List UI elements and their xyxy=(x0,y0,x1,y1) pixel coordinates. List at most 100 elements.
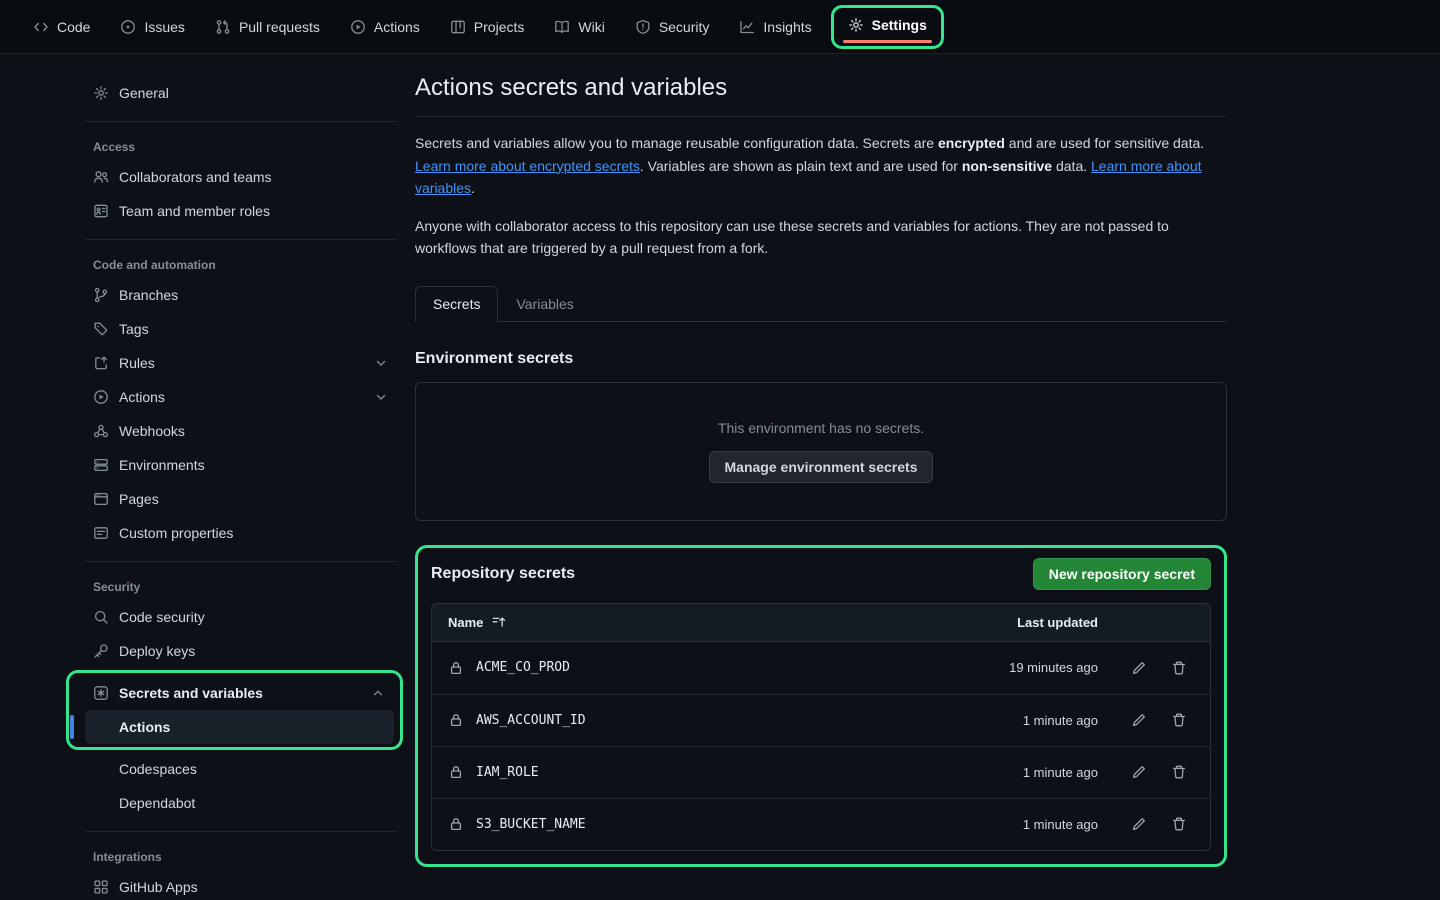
sidebar-item-label: Pages xyxy=(119,491,159,507)
sidebar-item-collaborators[interactable]: Collaborators and teams xyxy=(85,160,397,194)
column-name-label: Name xyxy=(448,615,483,630)
repository-secrets-header: Repository secrets New repository secret xyxy=(431,558,1211,590)
tab-settings[interactable]: Settings xyxy=(840,11,935,39)
tab-security[interactable]: Security xyxy=(625,11,720,43)
sidebar-item-secrets-and-variables[interactable]: Secrets and variables xyxy=(85,676,394,710)
shield-icon xyxy=(635,19,651,35)
lock-icon xyxy=(448,764,464,780)
sidebar-item-secrets-dependabot[interactable]: Dependabot xyxy=(85,786,397,820)
sidebar-item-webhooks[interactable]: Webhooks xyxy=(85,414,397,448)
rules-icon xyxy=(93,355,109,371)
intro-paragraph-2: Anyone with collaborator access to this … xyxy=(415,215,1227,260)
delete-secret-button[interactable] xyxy=(1164,653,1194,683)
sidebar-item-tags[interactable]: Tags xyxy=(85,312,397,346)
secret-row: AWS_ACCOUNT_ID 1 minute ago xyxy=(432,694,1210,746)
environment-secrets-box: This environment has no secrets. Manage … xyxy=(415,382,1227,521)
tab-issues[interactable]: Issues xyxy=(110,11,194,43)
sidebar-item-label: Secrets and variables xyxy=(119,685,263,701)
new-repository-secret-button[interactable]: New repository secret xyxy=(1033,558,1211,590)
tab-projects[interactable]: Projects xyxy=(440,11,535,43)
sidebar-item-label: Actions xyxy=(119,389,165,405)
trash-icon xyxy=(1171,816,1187,832)
tab-secrets[interactable]: Secrets xyxy=(415,286,498,322)
divider xyxy=(85,831,397,832)
secret-last-updated: 19 minutes ago xyxy=(898,660,1098,675)
gear-icon xyxy=(848,17,864,33)
manage-environment-secrets-button[interactable]: Manage environment secrets xyxy=(709,451,934,483)
secret-name: IAM_ROLE xyxy=(476,765,539,780)
tab-label: Projects xyxy=(474,19,525,35)
git-pull-request-icon xyxy=(215,19,231,35)
people-icon xyxy=(93,169,109,185)
secret-last-updated: 1 minute ago xyxy=(898,817,1098,832)
edit-secret-button[interactable] xyxy=(1124,757,1154,787)
sidebar-item-pages[interactable]: Pages xyxy=(85,482,397,516)
sidebar-item-actions[interactable]: Actions xyxy=(85,380,397,414)
pencil-icon xyxy=(1131,816,1147,832)
sidebar-item-deploy-keys[interactable]: Deploy keys xyxy=(85,634,397,668)
chevron-down-icon xyxy=(373,355,389,371)
sidebar-item-rules[interactable]: Rules xyxy=(85,346,397,380)
divider xyxy=(85,239,397,240)
annotation-repository-secrets: Repository secrets New repository secret… xyxy=(415,545,1227,867)
code-icon xyxy=(33,19,49,35)
sidebar-item-label: Actions xyxy=(119,719,170,735)
chevron-up-icon xyxy=(370,685,386,701)
secret-name: ACME_CO_PROD xyxy=(476,660,570,675)
sidebar-item-code-security[interactable]: Code security xyxy=(85,600,397,634)
delete-secret-button[interactable] xyxy=(1164,809,1194,839)
sidebar-item-custom-properties[interactable]: Custom properties xyxy=(85,516,397,550)
tab-label: Insights xyxy=(763,19,811,35)
tab-actions[interactable]: Actions xyxy=(340,11,430,43)
sidebar-item-label: Webhooks xyxy=(119,423,185,439)
intro-paragraph-1: Secrets and variables allow you to manag… xyxy=(415,132,1227,200)
annotation-settings-tab: Settings xyxy=(831,5,944,49)
pencil-icon xyxy=(1131,764,1147,780)
trash-icon xyxy=(1171,660,1187,676)
tab-label: Pull requests xyxy=(239,19,320,35)
sidebar-item-team-member-roles[interactable]: Team and member roles xyxy=(85,194,397,228)
server-icon xyxy=(93,457,109,473)
gear-icon xyxy=(93,85,109,101)
sidebar-item-environments[interactable]: Environments xyxy=(85,448,397,482)
sidebar-group-security: Security xyxy=(85,573,397,600)
tab-label: Wiki xyxy=(578,19,604,35)
tab-pull-requests[interactable]: Pull requests xyxy=(205,11,330,43)
sidebar-item-secrets-codespaces[interactable]: Codespaces xyxy=(85,752,397,786)
sidebar-item-github-apps[interactable]: GitHub Apps xyxy=(85,870,397,900)
secret-row: S3_BUCKET_NAME 1 minute ago xyxy=(432,798,1210,850)
sidebar-item-label: Collaborators and teams xyxy=(119,169,272,185)
sidebar-item-branches[interactable]: Branches xyxy=(85,278,397,312)
trash-icon xyxy=(1171,712,1187,728)
edit-secret-button[interactable] xyxy=(1124,809,1154,839)
key-icon xyxy=(93,643,109,659)
sidebar-item-label: Codespaces xyxy=(119,761,197,777)
tab-code[interactable]: Code xyxy=(23,11,100,43)
sidebar-item-label: Environments xyxy=(119,457,205,473)
play-icon xyxy=(93,389,109,405)
pencil-icon xyxy=(1131,660,1147,676)
sidebar-item-label: Branches xyxy=(119,287,178,303)
edit-secret-button[interactable] xyxy=(1124,705,1154,735)
sidebar-item-label: Code security xyxy=(119,609,205,625)
secrets-variables-tabs: Secrets Variables xyxy=(415,286,1227,322)
tab-variables[interactable]: Variables xyxy=(498,286,591,322)
link-encrypted-secrets[interactable]: Learn more about encrypted secrets xyxy=(415,158,640,174)
delete-secret-button[interactable] xyxy=(1164,757,1194,787)
pencil-icon xyxy=(1131,712,1147,728)
sidebar-item-label: Custom properties xyxy=(119,525,233,541)
lock-icon xyxy=(448,660,464,676)
tab-insights[interactable]: Insights xyxy=(729,11,821,43)
delete-secret-button[interactable] xyxy=(1164,705,1194,735)
environment-empty-message: This environment has no secrets. xyxy=(718,420,924,436)
sidebar-item-secrets-actions[interactable]: Actions xyxy=(85,710,394,744)
table-icon xyxy=(450,19,466,35)
divider xyxy=(85,561,397,562)
sort-ascending-icon[interactable] xyxy=(491,614,507,630)
edit-secret-button[interactable] xyxy=(1124,653,1154,683)
play-icon xyxy=(350,19,366,35)
sidebar-item-general[interactable]: General xyxy=(85,76,397,110)
apps-icon xyxy=(93,879,109,895)
intro-text: Secrets and variables allow you to manag… xyxy=(415,132,1227,260)
tab-wiki[interactable]: Wiki xyxy=(544,11,614,43)
